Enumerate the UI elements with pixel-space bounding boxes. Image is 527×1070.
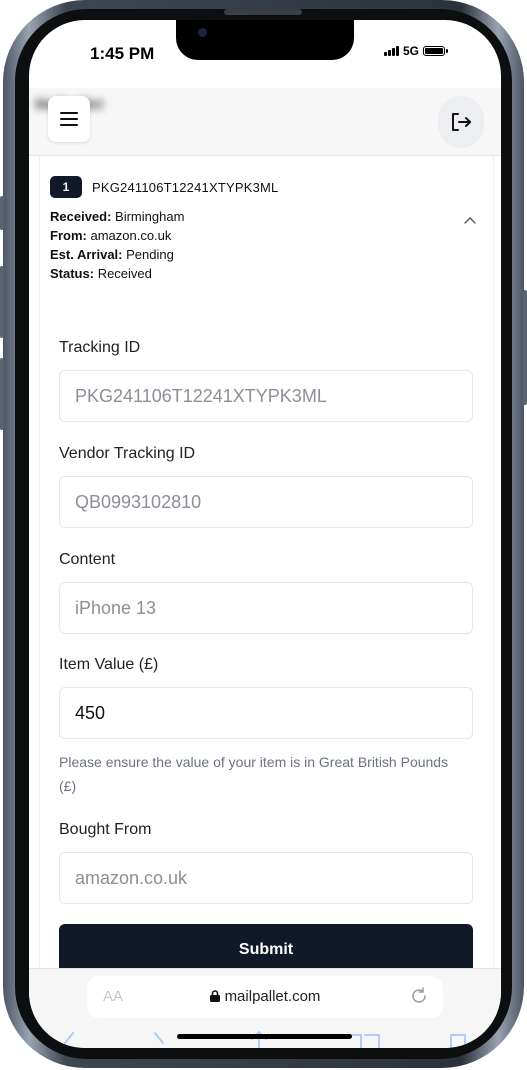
address-bar[interactable]: AA mailpallet.com (87, 976, 443, 1018)
notch (176, 20, 354, 60)
forward-icon (154, 1032, 164, 1044)
logout-button[interactable] (438, 96, 484, 148)
from-label: From: (50, 228, 87, 243)
package-header[interactable]: 1 PKG241106T12241XTYPK3ML (50, 176, 278, 198)
reload-icon[interactable] (409, 986, 429, 1006)
mute-switch (0, 196, 4, 230)
status-indicators: 5G (384, 44, 449, 58)
chevron-up-icon[interactable] (464, 216, 476, 224)
vendor-tracking-field[interactable]: QB0993102810 (59, 476, 473, 528)
tabs-icon (450, 1034, 466, 1048)
arrival-label: Est. Arrival: (50, 247, 123, 262)
status-time: 1:45 PM (90, 44, 155, 63)
hamburger-icon (60, 112, 78, 126)
app-header: Mailpallet (29, 88, 501, 156)
browser-bar: AA mailpallet.com (29, 968, 501, 1048)
status-value: Received (97, 266, 152, 281)
status-label: Status: (50, 266, 95, 281)
lock-icon (209, 990, 220, 1002)
bought-from-label: Bought From (59, 821, 152, 838)
phone-screen: 1:45 PM 5G Mailpallet 1 PKG241106 (29, 20, 501, 1048)
from-value: amazon.co.uk (90, 228, 172, 243)
power-button (523, 290, 527, 405)
item-value-hint: Please ensure the value of your item is … (59, 754, 449, 794)
volume-down-button (0, 358, 4, 430)
signal-icon (384, 46, 399, 56)
tracking-id-field[interactable]: PKG241106T12241XTYPK3ML (59, 370, 473, 422)
content-field[interactable]: iPhone 13 (59, 582, 473, 634)
package-index-badge: 1 (50, 176, 82, 198)
arrival-value: Pending (126, 247, 174, 262)
item-value-input[interactable]: 450 (59, 687, 473, 739)
address-url[interactable]: mailpallet.com (87, 988, 443, 1005)
logout-icon (452, 113, 471, 131)
bought-from-field[interactable]: amazon.co.uk (59, 852, 473, 904)
camera-icon (198, 28, 207, 37)
home-indicator (177, 1034, 352, 1039)
received-label: Received: (50, 209, 112, 224)
received-value: Birmingham (115, 209, 185, 224)
url-text: mailpallet.com (224, 988, 321, 1005)
tracking-id-label: Tracking ID (59, 339, 141, 356)
volume-up-button (0, 266, 4, 338)
back-icon (64, 1032, 74, 1044)
earpiece-speaker (224, 9, 302, 15)
content-label: Content (59, 551, 116, 568)
package-tracking-id: PKG241106T12241XTYPK3ML (92, 179, 279, 195)
item-value-label: Item Value (£) (59, 656, 159, 673)
network-label: 5G (403, 44, 420, 58)
battery-icon (423, 46, 449, 56)
menu-button[interactable] (48, 96, 90, 142)
vendor-tracking-label: Vendor Tracking ID (59, 445, 196, 462)
package-details: Received: Birmingham From: amazon.co.uk … (50, 207, 184, 283)
package-card: 1 PKG241106T12241XTYPK3ML Received: Birm… (39, 156, 494, 976)
